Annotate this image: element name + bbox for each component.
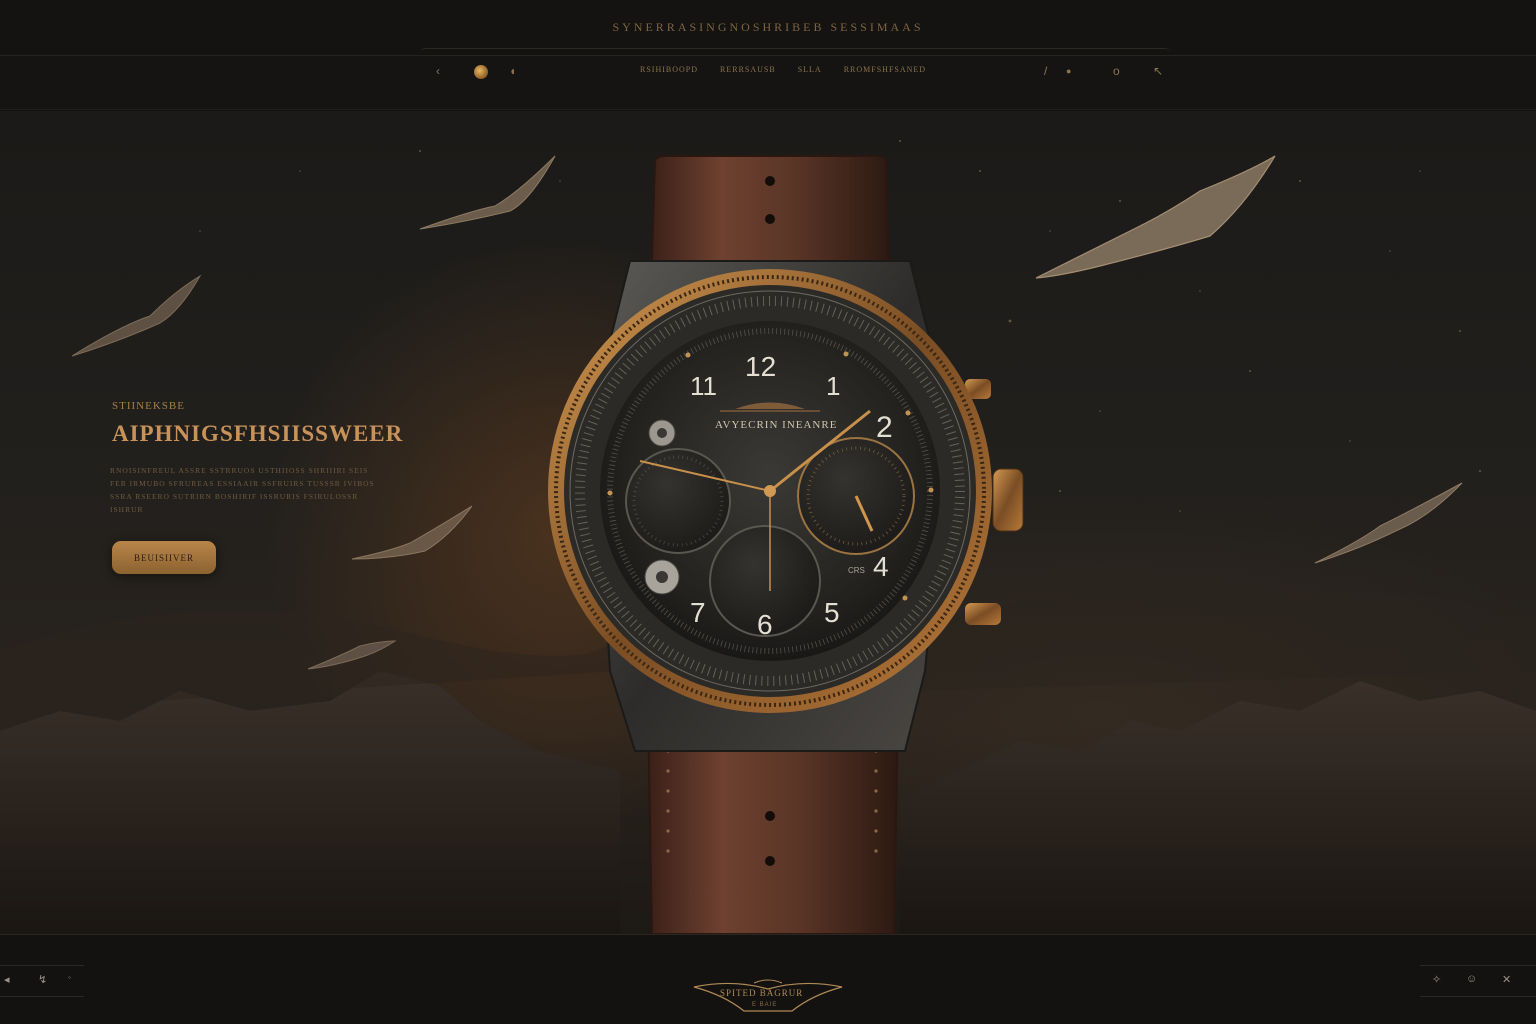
- nav-link-2[interactable]: RERRSAUSB: [720, 65, 776, 74]
- watch-numeral-11: 11: [690, 371, 717, 401]
- share-icon[interactable]: ↯: [38, 973, 47, 986]
- watch-dial-label: AVYECRIN INEANRE: [715, 419, 838, 431]
- watch-numeral-7: 7: [690, 597, 706, 628]
- hero-title: AIPHNIGSFHSIISSWEER: [112, 421, 404, 446]
- pen-icon[interactable]: /: [1044, 64, 1047, 78]
- coin-icon[interactable]: [474, 65, 488, 79]
- cursor-icon[interactable]: ↖: [1153, 64, 1163, 78]
- bird-5: [1035, 155, 1276, 279]
- dot-icon[interactable]: ●: [1066, 64, 1071, 78]
- brand-wordmark[interactable]: SYNERRASINGNOSHRIBEB SESSIMAAS: [0, 20, 1536, 35]
- close-icon[interactable]: ✕: [1502, 973, 1511, 986]
- watch-numeral-1: 1: [826, 371, 841, 401]
- watch-numeral-4: 4: [873, 551, 889, 582]
- hero-scene: [0, 140, 1536, 934]
- sound-icon[interactable]: ◂: [4, 973, 10, 986]
- mountain-range-right: [900, 681, 1536, 934]
- mountain-range-left: [0, 671, 620, 934]
- bird-1: [419, 155, 556, 230]
- watch-numeral-12: 12: [745, 351, 777, 382]
- mist-left: [0, 610, 620, 711]
- hero-eyebrow: STIINEKSBE: [112, 400, 185, 412]
- hero-body-text: RNOISINFREUL ASSRE SSTRRUOS USTHIIOSS SH…: [110, 466, 375, 514]
- crown-bottom: [965, 603, 1001, 625]
- main-nav: RSIHIBOOPD RERRSAUSB SLLA RROMFSHFSANED: [640, 65, 926, 74]
- settings-icon[interactable]: ◦: [68, 973, 71, 982]
- subdial-left: [625, 448, 731, 554]
- watch-numeral-6: 6: [757, 609, 773, 640]
- nav-link-1[interactable]: RSIHIBOOPD: [640, 65, 698, 74]
- back-arrow-icon[interactable]: ‹: [436, 64, 440, 78]
- nav-plate: [420, 48, 1170, 58]
- hero-section: 12 11 1 2 4 5 6 7 AVYECRIN INEANRE CRS S…: [0, 111, 1536, 934]
- palette-icon[interactable]: ✧: [1432, 973, 1441, 986]
- mist-right: [900, 585, 1536, 691]
- bird-2: [71, 274, 202, 357]
- nav-link-4[interactable]: RROMFSHFSANED: [844, 65, 926, 74]
- user-icon[interactable]: ☺: [1466, 973, 1477, 985]
- crown-main: [992, 468, 1024, 532]
- nav-link-3[interactable]: SLLA: [798, 65, 822, 74]
- hero-cta-button[interactable]: BEUISIIVER: [112, 541, 216, 574]
- bird-6: [1314, 482, 1463, 564]
- footer-bar: ◂ ↯ ◦ SPITED BAGRUR E BAIE ✧ ☺ ✕: [0, 934, 1536, 1024]
- watch-numeral-2: 2: [876, 411, 893, 444]
- moon-icon[interactable]: ◖: [509, 64, 516, 78]
- footer-emblem-subtext: E BAIE: [752, 1002, 778, 1008]
- subdial-label: CRS: [848, 566, 865, 575]
- zero-icon[interactable]: o: [1113, 64, 1120, 78]
- watch-numeral-5: 5: [824, 597, 840, 628]
- footer-emblem-text: SPITED BAGRUR: [720, 988, 804, 998]
